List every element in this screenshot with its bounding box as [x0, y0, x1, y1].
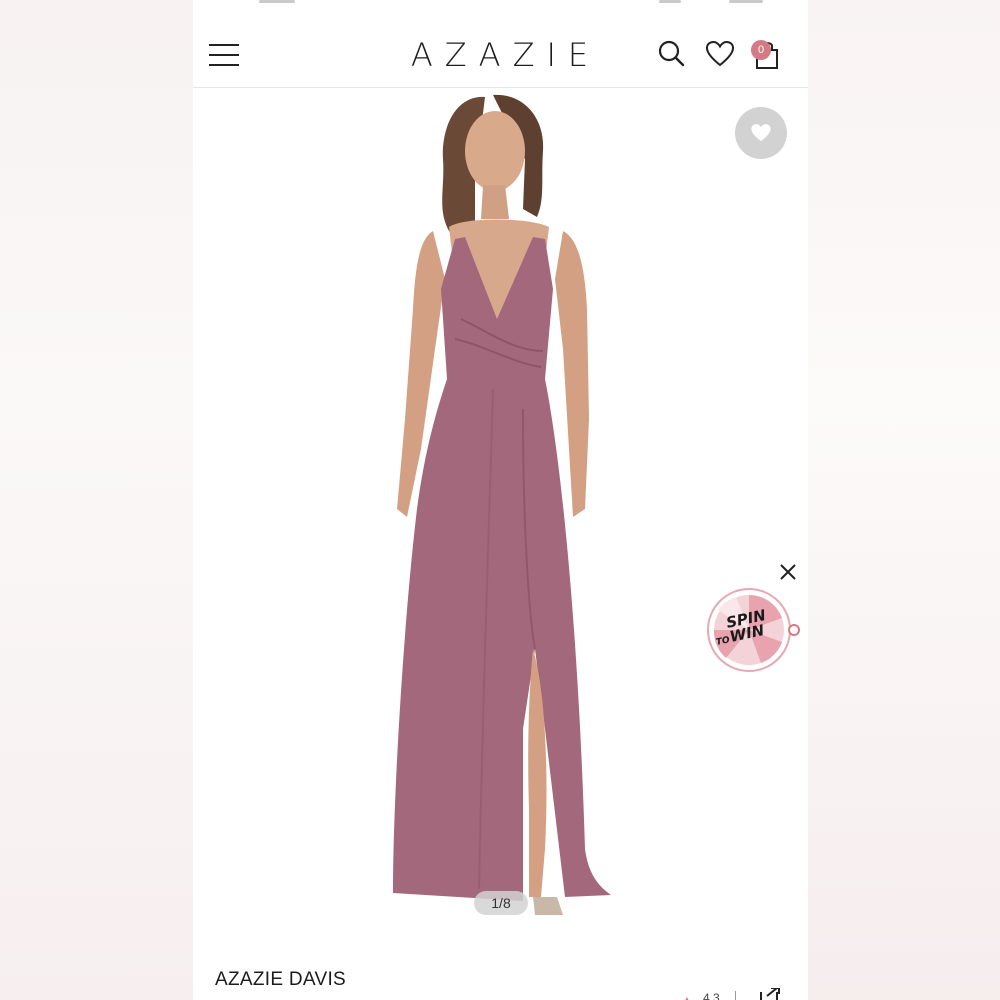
- close-icon[interactable]: [778, 562, 798, 582]
- background-right: [808, 0, 1000, 1000]
- site-header: AZAZIE 0: [193, 22, 808, 88]
- search-icon[interactable]: [655, 38, 687, 70]
- status-bar-fragment: [659, 0, 681, 3]
- heart-icon: [751, 124, 771, 142]
- cart-count-badge[interactable]: 0: [751, 40, 771, 60]
- star-icon: ▲: [681, 993, 693, 1000]
- phone-screen: AZAZIE 0 1/8 SPIN TOWIN AZAZIE DAVIS ▲ 4…: [193, 0, 808, 1000]
- product-title: AZAZIE DAVIS: [215, 969, 346, 990]
- background-left: [0, 0, 193, 1000]
- product-photo[interactable]: [193, 89, 808, 929]
- image-counter: 1/8: [474, 891, 528, 915]
- share-icon[interactable]: [759, 988, 781, 1000]
- divider: [735, 991, 736, 1000]
- add-to-wishlist-button[interactable]: [735, 107, 787, 159]
- status-bar: [193, 0, 808, 8]
- heart-icon[interactable]: [704, 38, 736, 70]
- status-bar-fragment: [259, 0, 295, 3]
- status-bar-fragment: [729, 0, 763, 3]
- rating-value: 4.3: [703, 991, 720, 1000]
